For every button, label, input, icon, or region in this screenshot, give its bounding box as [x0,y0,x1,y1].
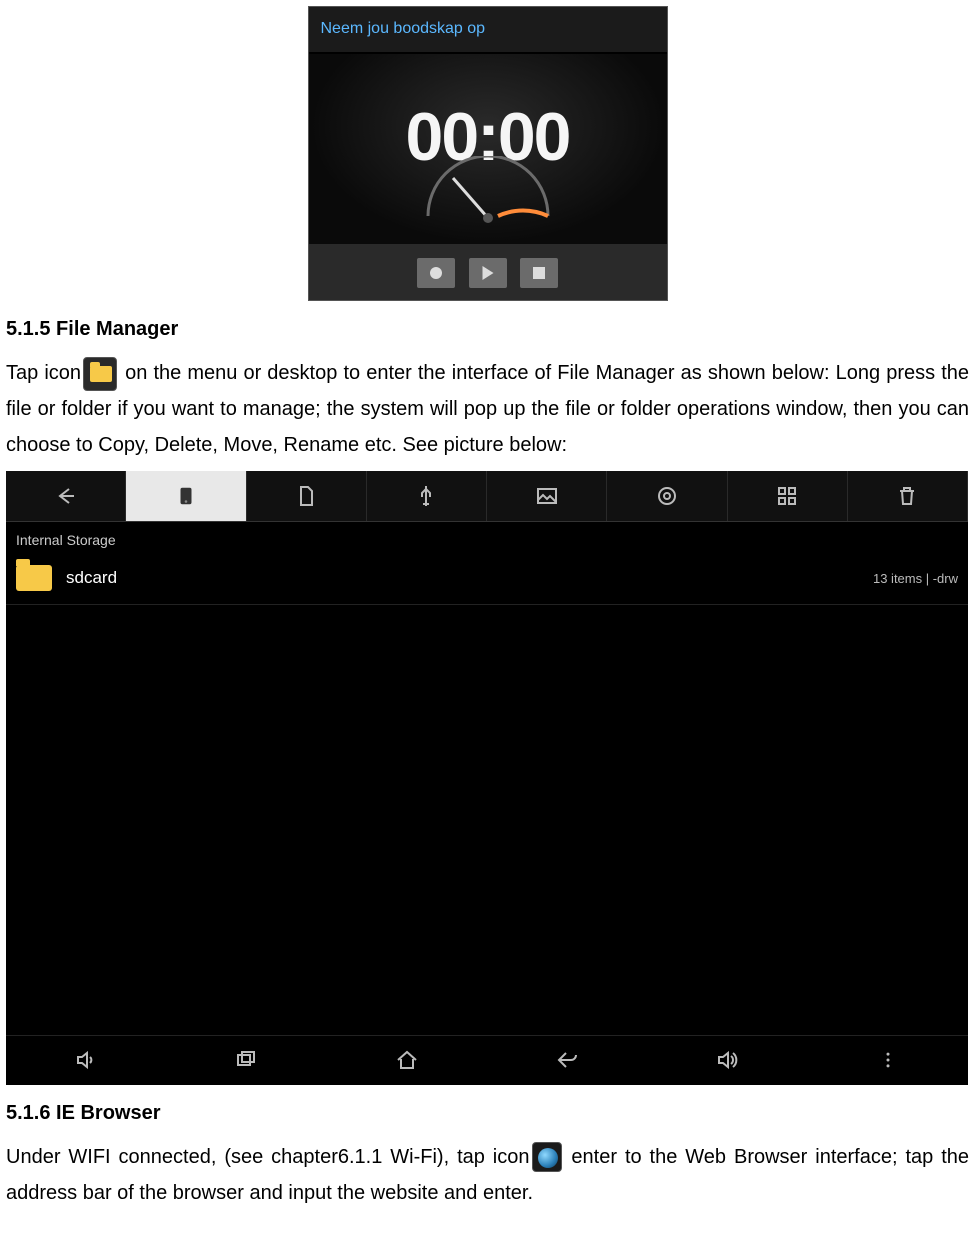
recorder-body: 00:00 [309,54,667,244]
section-text-file-manager: Tap icon on the menu or desktop to enter… [6,355,969,463]
home-icon [395,1048,419,1072]
fm-tab-back[interactable] [6,471,126,521]
fm-tab-device[interactable] [126,471,246,521]
fm-empty-area [6,605,968,1035]
browser-app-icon [532,1142,562,1172]
video-icon [655,484,679,508]
fm-folder-meta: 13 items | -drw [873,567,958,590]
file-manager-app-icon [83,357,117,391]
recorder-title: Neem jou boodskap op [309,7,667,54]
play-button[interactable] [469,258,507,288]
section-heading-ie-browser: 5.1.6 IE Browser [6,1095,969,1131]
fm-folder-row[interactable]: sdcard 13 items | -drw [6,559,968,605]
recorder-screenshot: Neem jou boodskap op 00:00 [308,6,668,301]
record-button[interactable] [417,258,455,288]
nav-volume-down[interactable] [6,1048,166,1072]
image-icon [535,484,559,508]
nav-menu[interactable] [808,1050,968,1070]
section-text-ie-browser: Under WIFI connected, (see chapter6.1.1 … [6,1139,969,1211]
vu-meter-icon [418,156,558,226]
fm-tab-usb[interactable] [367,471,487,521]
sd-card-icon [294,484,318,508]
folder-icon [16,565,52,591]
text-after-fm-icon: on the menu or desktop to enter the inte… [6,362,969,456]
trash-icon [895,484,919,508]
nav-home[interactable] [327,1048,487,1072]
nav-recent[interactable] [166,1048,326,1072]
section-heading-file-manager: 5.1.5 File Manager [6,311,969,347]
fm-tab-videos[interactable] [607,471,727,521]
system-navbar [6,1035,968,1085]
device-icon [175,485,197,507]
fm-top-toolbar [6,471,968,522]
menu-dots-icon [878,1050,898,1070]
volume-down-icon [74,1048,98,1072]
text-before-fm-icon: Tap icon [6,362,81,384]
recent-apps-icon [234,1048,258,1072]
back-arrow-icon [54,484,78,508]
nav-back[interactable] [487,1048,647,1072]
volume-up-icon [715,1048,739,1072]
text-before-browser-icon: Under WIFI connected, (see chapter6.1.1 … [6,1146,530,1168]
fm-breadcrumb: Internal Storage [6,522,968,559]
stop-button[interactable] [520,258,558,288]
grid-icon [775,484,799,508]
recorder-controls [309,244,667,300]
fm-tab-trash[interactable] [848,471,968,521]
fm-tab-sdcard[interactable] [247,471,367,521]
fm-tab-images[interactable] [487,471,607,521]
nav-volume-up[interactable] [647,1048,807,1072]
fm-folder-name: sdcard [66,563,873,594]
back-icon [555,1048,579,1072]
file-manager-screenshot: Internal Storage sdcard 13 items | -drw [6,471,968,1085]
usb-icon [414,484,438,508]
fm-tab-grid[interactable] [728,471,848,521]
